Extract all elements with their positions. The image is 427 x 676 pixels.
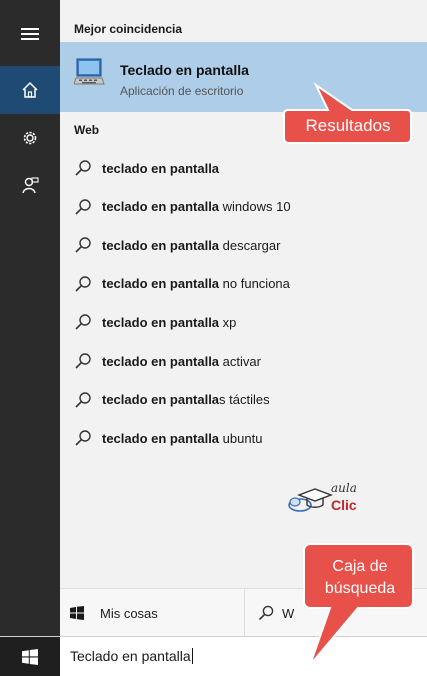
search-icon [75,160,91,176]
search-icon [75,276,91,292]
results-callout [283,82,412,144]
home-icon [22,81,38,98]
my-stuff-label: Mis cosas [100,605,158,621]
svg-text:aula: aula [331,481,357,495]
settings-gear-icon [23,131,37,145]
feedback-button[interactable] [0,162,60,210]
web-heading: Web [74,123,100,137]
web-result-text: teclado en pantallas táctiles [102,392,270,408]
text-caret [191,648,193,664]
svg-text:Clic: Clic [331,497,357,513]
aulaclic-logo: aula Clic [288,481,357,513]
search-icon [75,237,91,253]
search-icon [75,430,91,446]
best-match-title: Teclado en pantalla [120,62,249,78]
web-result-text: teclado en pantalla no funciona [102,276,290,292]
web-result-text: teclado en pantalla xp [102,314,237,330]
web-result-row[interactable]: teclado en pantalla ubuntu [60,419,427,457]
search-icon [75,314,91,330]
web-result-row[interactable]: teclado en pantalla activar [60,342,427,380]
search-icon [75,198,91,215]
best-match-heading: Mejor coincidencia [74,22,183,36]
web-result-text: teclado en pantalla ubuntu [102,430,263,446]
search-icon [75,391,91,408]
web-result-text: teclado en pantalla descargar [102,237,281,253]
start-button[interactable] [0,637,60,676]
on-screen-keyboard-app-icon [74,58,105,85]
home-button[interactable] [0,66,60,114]
settings-button[interactable] [0,114,60,162]
web-result-row[interactable]: teclado en pantalla descargar [60,226,427,264]
searchbox-callout-line2: búsqueda [324,580,396,597]
search-icon [258,605,274,621]
feedback-person-icon [22,177,39,194]
searchbox-callout-line1: Caja de [332,558,388,575]
web-result-row[interactable]: teclado en pantalla [60,149,427,187]
web-result-row[interactable]: teclado en pantalla xp [60,303,427,341]
search-input[interactable]: Teclado en pantalla [70,648,193,664]
web-result-row[interactable]: teclado en pantalla windows 10 [60,188,427,226]
hamburger-menu-icon [21,28,39,40]
search-icon [75,353,91,369]
web-result-text: teclado en pantalla windows 10 [102,199,291,215]
start-menu-rail [0,0,60,675]
my-stuff-button[interactable]: Mis cosas [60,589,245,637]
web-search-label: W [282,605,295,621]
results-callout-text: Resultados [305,116,391,135]
web-result-row[interactable]: teclado en pantallas táctiles [60,381,427,419]
web-result-text: teclado en pantalla activar [102,353,261,369]
web-result-text: teclado en pantalla [102,160,220,176]
windows-logo-icon [70,606,84,620]
web-result-row[interactable]: teclado en pantalla no funciona [60,265,427,303]
windows-start-icon [22,648,38,665]
best-match-subtitle: Aplicación de escritorio [120,84,244,98]
hamburger-menu-button[interactable] [0,10,60,58]
